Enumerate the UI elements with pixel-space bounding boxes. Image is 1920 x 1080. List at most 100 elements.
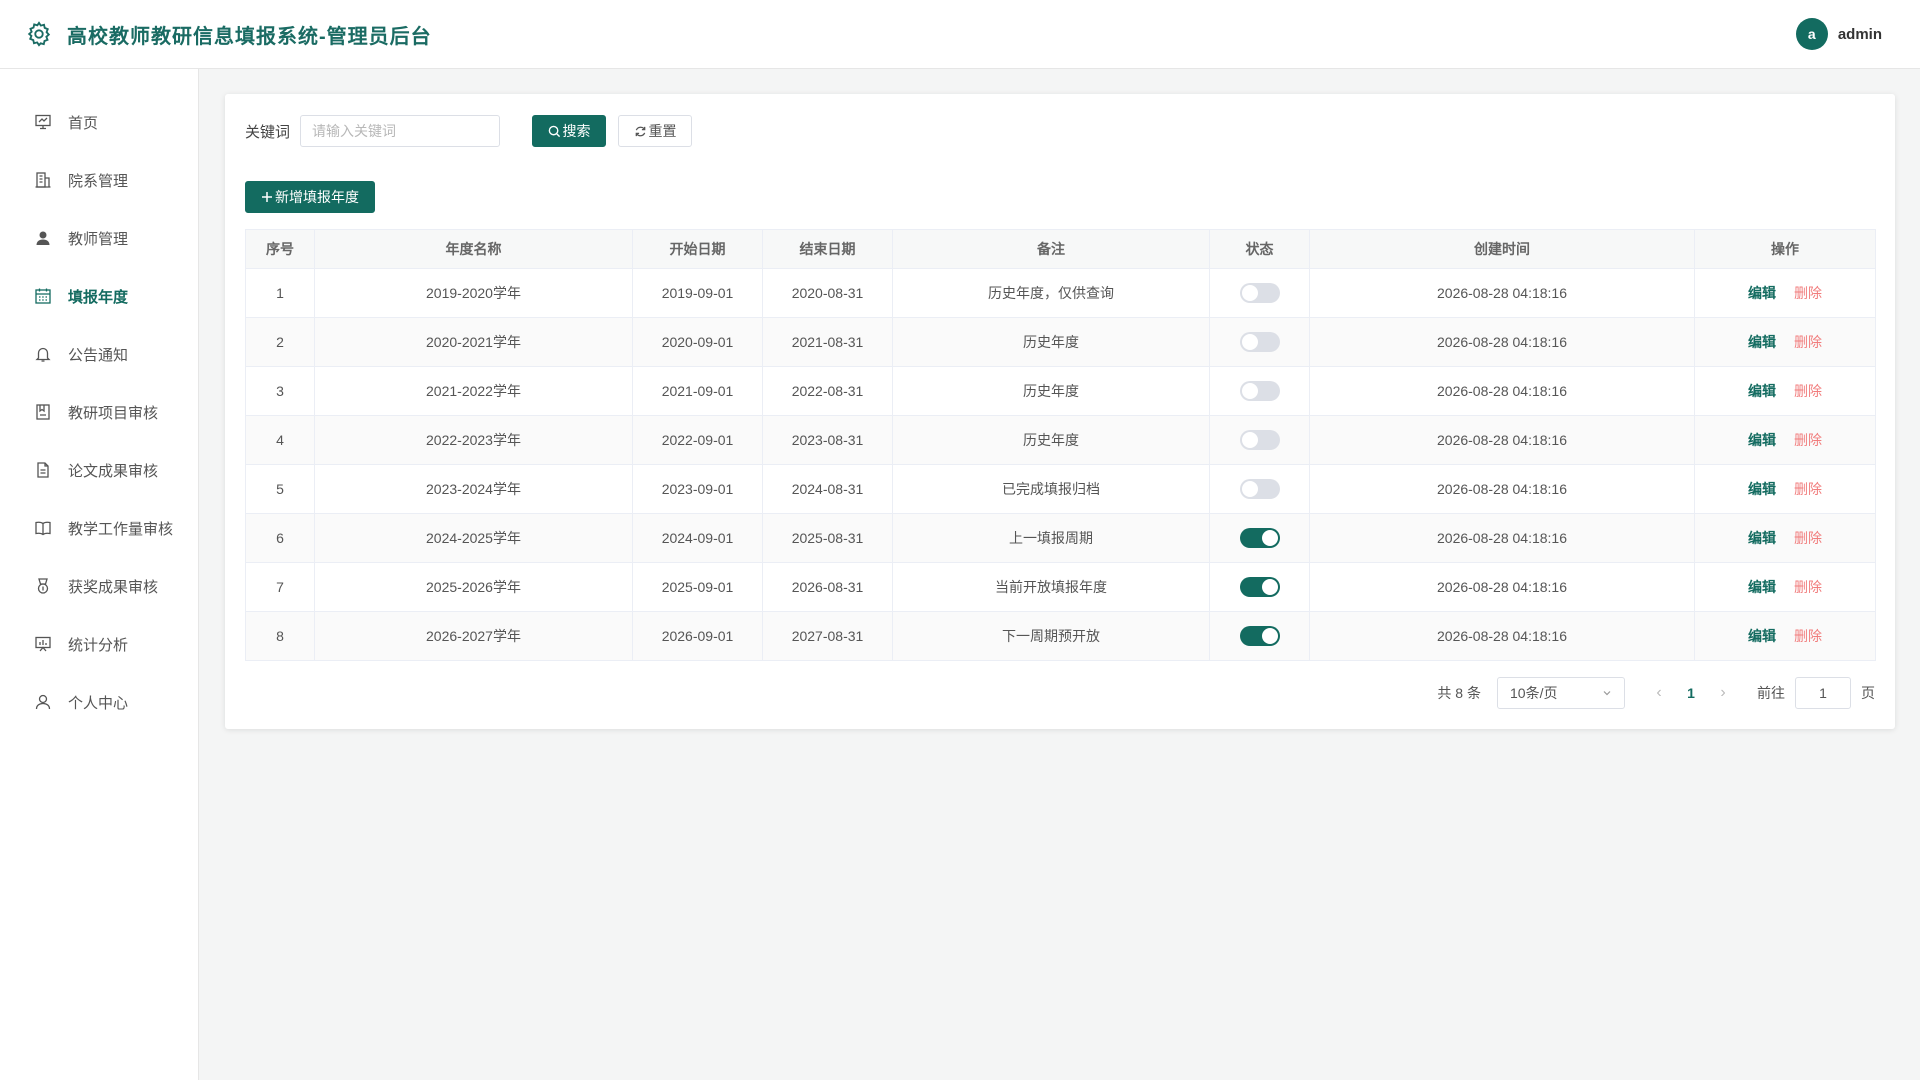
- status-toggle[interactable]: [1239, 283, 1280, 303]
- delete-button[interactable]: 删除: [1794, 334, 1822, 350]
- search-button[interactable]: 搜索: [532, 115, 607, 147]
- table-row: 6 2024-2025学年 2024-09-01 2025-08-31 上一填报周期 20…: [245, 513, 1876, 563]
- sidebar-item-notices[interactable]: 公告通知: [0, 325, 198, 383]
- delete-button[interactable]: 删除: [1794, 285, 1822, 301]
- cell-start-date: 2023-09-01: [632, 464, 763, 514]
- status-toggle[interactable]: [1239, 479, 1280, 499]
- next-page-button[interactable]: ›: [1707, 684, 1739, 702]
- cell-index: 8: [245, 611, 315, 661]
- sidebar-item-workload-review[interactable]: 教学工作量审核: [0, 499, 198, 557]
- status-toggle[interactable]: [1239, 626, 1280, 646]
- cell-end-date: 2024-08-31: [762, 464, 893, 514]
- cell-name: 2023-2024学年: [314, 464, 633, 514]
- search-input[interactable]: [300, 115, 501, 147]
- edit-button[interactable]: 编辑: [1748, 432, 1776, 448]
- sidebar-item-profile[interactable]: 个人中心: [0, 673, 198, 731]
- cell-created: 2026-08-28 04:18:16: [1309, 513, 1695, 563]
- goto-suffix: 页: [1861, 685, 1875, 701]
- delete-button[interactable]: 删除: [1794, 481, 1822, 497]
- page-size-select[interactable]: 10条/页: [1497, 677, 1625, 709]
- column-header-created: 创建时间: [1309, 229, 1695, 269]
- edit-button[interactable]: 编辑: [1748, 334, 1776, 350]
- cell-created: 2026-08-28 04:18:16: [1309, 415, 1695, 465]
- table-row: 5 2023-2024学年 2023-09-01 2024-08-31 已完成填报归档 2…: [245, 464, 1876, 514]
- user-menu[interactable]: a admin: [1795, 18, 1882, 50]
- sidebar-item-home[interactable]: 首页: [0, 93, 198, 151]
- gear-icon: [27, 21, 51, 47]
- cell-actions: 编辑 删除: [1694, 513, 1876, 563]
- table-header-row: 序号 年度名称 开始日期 结束日期 备注 状态 创建时间 操作: [245, 229, 1876, 269]
- status-toggle[interactable]: [1239, 430, 1280, 450]
- cell-start-date: 2026-09-01: [632, 611, 763, 661]
- table-row: 7 2025-2026学年 2025-09-01 2026-08-31 当前开放填报年度…: [245, 562, 1876, 612]
- cell-name: 2019-2020学年: [314, 268, 633, 318]
- sidebar-item-paper-review[interactable]: 论文成果审核: [0, 441, 198, 499]
- delete-button[interactable]: 删除: [1794, 432, 1822, 448]
- search-icon: [548, 125, 560, 137]
- column-header-index: 序号: [245, 229, 315, 269]
- sidebar-item-label: 院系管理: [68, 172, 129, 190]
- goto-page-input[interactable]: [1795, 677, 1851, 709]
- cell-start-date: 2022-09-01: [632, 415, 763, 465]
- user-filled-icon: [34, 229, 52, 247]
- cell-end-date: 2023-08-31: [762, 415, 893, 465]
- status-toggle[interactable]: [1239, 332, 1280, 352]
- refresh-icon: [635, 126, 645, 136]
- status-toggle[interactable]: [1239, 528, 1280, 548]
- sidebar-item-label: 教师管理: [68, 230, 129, 248]
- cell-end-date: 2020-08-31: [762, 268, 893, 318]
- cell-index: 6: [245, 513, 315, 563]
- cell-remark: 历史年度: [892, 415, 1210, 465]
- sidebar-item-label: 公告通知: [68, 346, 129, 364]
- app-header: 高校教师教研信息填报系统-管理员后台 a admin: [0, 0, 1920, 69]
- delete-button[interactable]: 删除: [1794, 530, 1822, 546]
- add-button-label: 新增填报年度: [275, 189, 359, 205]
- delete-button[interactable]: 删除: [1794, 383, 1822, 399]
- sidebar-item-departments[interactable]: 院系管理: [0, 151, 198, 209]
- column-header-actions: 操作: [1694, 229, 1876, 269]
- cell-end-date: 2025-08-31: [762, 513, 893, 563]
- cell-index: 3: [245, 366, 315, 416]
- column-header-remark: 备注: [892, 229, 1210, 269]
- sidebar-item-report-years[interactable]: 填报年度: [0, 267, 198, 325]
- delete-button[interactable]: 删除: [1794, 628, 1822, 644]
- sidebar-item-statistics[interactable]: 统计分析: [0, 615, 198, 673]
- avatar[interactable]: a: [1795, 18, 1828, 50]
- chart-board-icon: [34, 635, 52, 653]
- sidebar-item-teachers[interactable]: 教师管理: [0, 209, 198, 267]
- edit-button[interactable]: 编辑: [1748, 383, 1776, 399]
- cell-index: 5: [245, 464, 315, 514]
- edit-button[interactable]: 编辑: [1748, 481, 1776, 497]
- reset-button[interactable]: 重置: [618, 115, 693, 147]
- cell-index: 7: [245, 562, 315, 612]
- cell-created: 2026-08-28 04:18:16: [1309, 268, 1695, 318]
- building-icon: [34, 171, 52, 189]
- edit-button[interactable]: 编辑: [1748, 628, 1776, 644]
- bell-icon: [34, 345, 52, 363]
- cell-remark: 上一填报周期: [892, 513, 1210, 563]
- prev-page-button[interactable]: ‹: [1643, 684, 1675, 702]
- add-report-year-button[interactable]: 新增填报年度: [245, 181, 375, 213]
- page-number-current[interactable]: 1: [1675, 685, 1707, 701]
- sidebar-item-award-review[interactable]: 获奖成果审核: [0, 557, 198, 615]
- edit-button[interactable]: 编辑: [1748, 285, 1776, 301]
- total-count: 共 8 条: [1437, 685, 1481, 701]
- pagination: 共 8 条 10条/页 ‹ 1 › 前往 页: [1437, 677, 1875, 709]
- edit-button[interactable]: 编辑: [1748, 579, 1776, 595]
- cell-created: 2026-08-28 04:18:16: [1309, 464, 1695, 514]
- report-year-table: 序号 年度名称 开始日期 结束日期 备注 状态 创建时间 操作 1 2019-20…: [245, 229, 1876, 661]
- delete-button[interactable]: 删除: [1794, 579, 1822, 595]
- cell-name: 2022-2023学年: [314, 415, 633, 465]
- sidebar-item-label: 获奖成果审核: [68, 578, 159, 596]
- cell-index: 4: [245, 415, 315, 465]
- cell-start-date: 2020-09-01: [632, 317, 763, 367]
- cell-status: [1209, 562, 1310, 612]
- edit-button[interactable]: 编辑: [1748, 530, 1776, 546]
- cell-end-date: 2022-08-31: [762, 366, 893, 416]
- cell-name: 2021-2022学年: [314, 366, 633, 416]
- status-toggle[interactable]: [1239, 381, 1280, 401]
- sidebar-item-project-review[interactable]: 教研项目审核: [0, 383, 198, 441]
- username[interactable]: admin: [1838, 26, 1882, 43]
- cell-status: [1209, 268, 1310, 318]
- status-toggle[interactable]: [1239, 577, 1280, 597]
